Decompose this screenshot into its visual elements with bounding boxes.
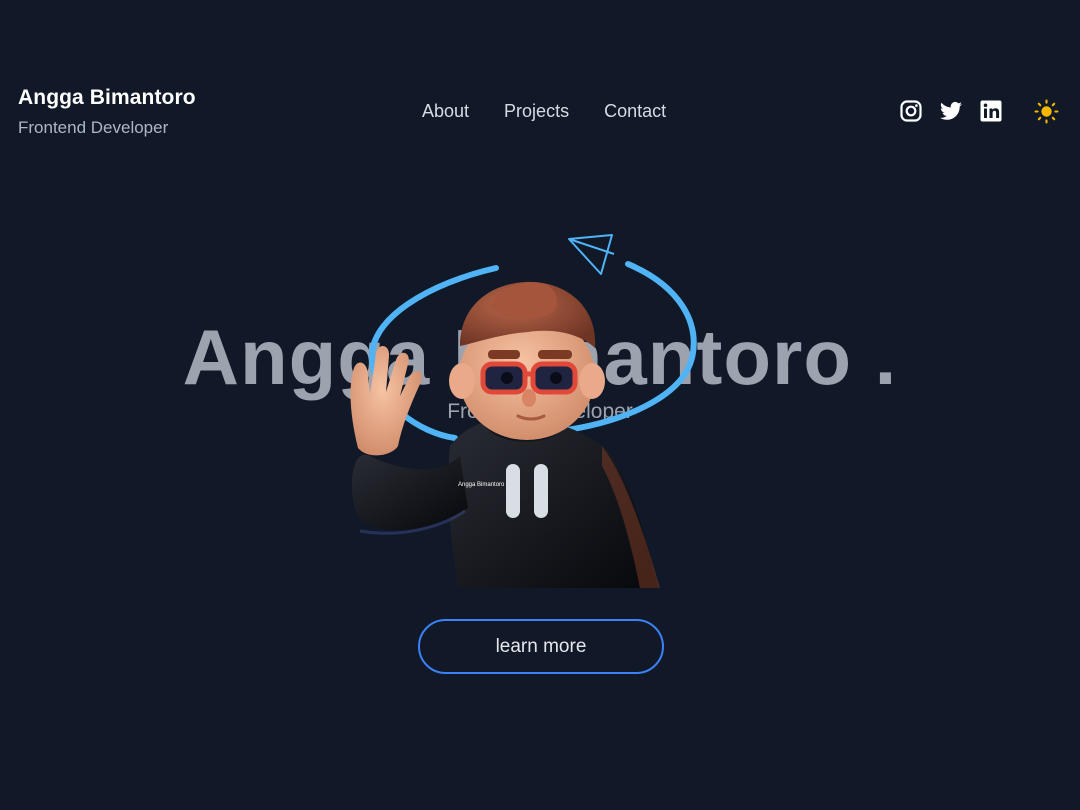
avatar-caption: Angga Bimantoro <box>458 482 505 488</box>
paper-plane-icon <box>568 234 615 275</box>
brand[interactable]: Angga Bimantoro Frontend Developer <box>18 84 196 141</box>
nav-about-link[interactable]: About <box>422 98 469 124</box>
brand-role: Frontend Developer <box>18 118 169 137</box>
nav-projects-link[interactable]: Projects <box>504 98 569 124</box>
learn-more-button[interactable]: learn more <box>418 619 664 674</box>
sun-icon[interactable] <box>1034 99 1059 124</box>
nav-contact-link[interactable]: Contact <box>604 98 666 124</box>
social-links <box>899 99 1003 123</box>
instagram-icon[interactable] <box>899 99 923 123</box>
brand-name[interactable]: Angga Bimantoro <box>18 84 196 112</box>
linkedin-icon[interactable] <box>979 99 1003 123</box>
main-nav: About Projects Contact <box>422 98 666 124</box>
twitter-icon[interactable] <box>939 99 963 123</box>
page: Angga Bimantoro Frontend Developer About… <box>0 0 1080 810</box>
avatar <box>350 281 660 588</box>
